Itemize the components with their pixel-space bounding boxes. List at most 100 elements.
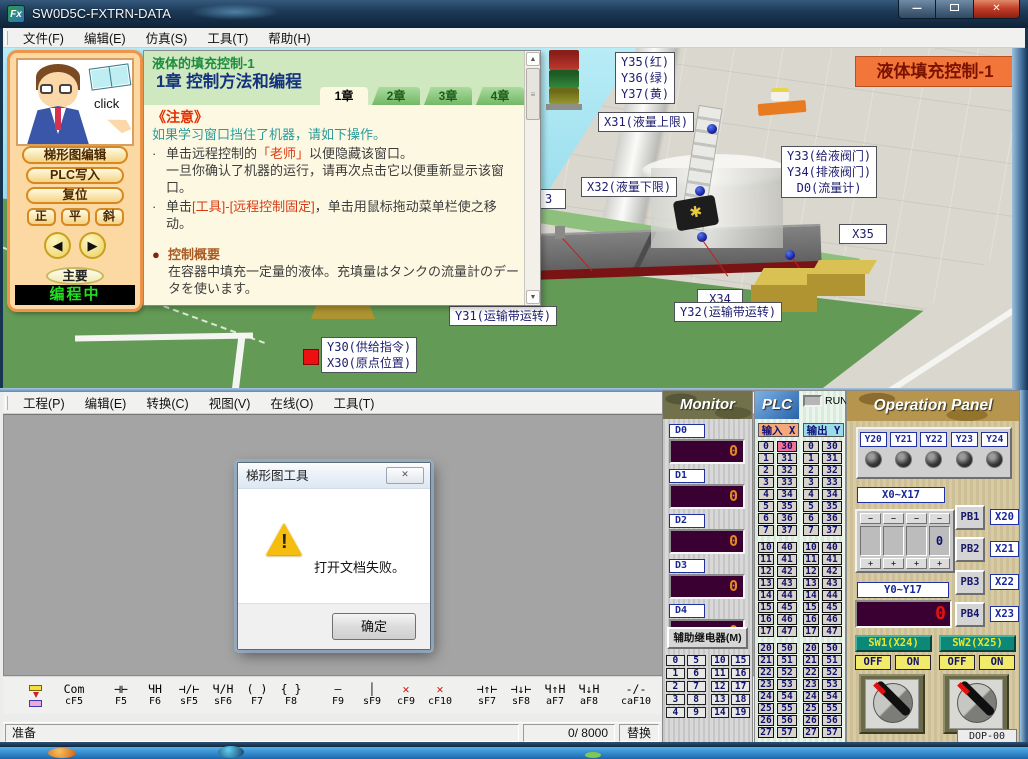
device-cell[interactable]: 46 bbox=[822, 614, 842, 625]
device-cell[interactable]: 5 bbox=[803, 501, 819, 512]
m-relay-cell[interactable]: 4 bbox=[666, 707, 685, 718]
m-relay-cell[interactable]: 5 bbox=[687, 655, 706, 666]
device-cell[interactable]: 24 bbox=[758, 691, 774, 702]
menu-item[interactable]: 仿真(S) bbox=[136, 26, 198, 49]
device-cell[interactable]: 52 bbox=[822, 667, 842, 678]
push-button[interactable]: PB4 bbox=[955, 602, 985, 627]
m-relay-cell[interactable]: 19 bbox=[731, 707, 750, 718]
prev-button[interactable]: ◀ bbox=[44, 232, 71, 259]
ladder-symbol-button[interactable]: ComcF5 bbox=[57, 680, 91, 712]
ladder-symbol-button[interactable]: ⊣/⊢sF5 bbox=[172, 680, 206, 712]
device-cell[interactable]: 7 bbox=[758, 525, 774, 536]
m-relay-cell[interactable]: 6 bbox=[687, 668, 706, 679]
device-cell[interactable]: 16 bbox=[803, 614, 819, 625]
device-cell[interactable]: 51 bbox=[822, 655, 842, 666]
simulation-view[interactable]: ✱ 液体填充控制-1 Y35(红)Y36(绿)Y37(黄) X31(液量上限) … bbox=[3, 48, 1012, 390]
menu-item[interactable]: 编辑(E) bbox=[75, 391, 137, 414]
device-cell[interactable]: 40 bbox=[777, 542, 797, 553]
device-cell[interactable]: 56 bbox=[777, 715, 797, 726]
digit-minus-button[interactable]: − bbox=[883, 513, 904, 524]
device-cell[interactable]: 57 bbox=[777, 727, 797, 738]
remote-button[interactable]: PLC写入 bbox=[26, 167, 124, 184]
maximize-button[interactable] bbox=[936, 0, 973, 19]
taskbar-icon[interactable] bbox=[48, 748, 76, 758]
device-cell[interactable]: 41 bbox=[822, 554, 842, 565]
device-cell[interactable]: 0 bbox=[758, 441, 774, 452]
push-button[interactable]: PB1 bbox=[955, 505, 985, 530]
device-cell[interactable]: 12 bbox=[803, 566, 819, 577]
digit-plus-button[interactable]: + bbox=[860, 558, 881, 569]
m-relay-cell[interactable]: 15 bbox=[731, 655, 750, 666]
device-cell[interactable]: 34 bbox=[777, 489, 797, 500]
menu-item[interactable]: 在线(O) bbox=[260, 391, 323, 414]
scroll-thumb[interactable]: ≡ bbox=[526, 68, 540, 120]
device-cell[interactable]: 31 bbox=[777, 453, 797, 464]
remote-button[interactable]: 梯形图编辑 bbox=[22, 146, 128, 164]
digit-plus-button[interactable]: + bbox=[929, 558, 950, 569]
toolbar-grip[interactable] bbox=[5, 396, 8, 410]
device-cell[interactable]: 43 bbox=[822, 578, 842, 589]
device-cell[interactable]: 55 bbox=[822, 703, 842, 714]
digit-minus-button[interactable]: − bbox=[906, 513, 927, 524]
toolbar-grip[interactable] bbox=[5, 31, 8, 45]
device-cell[interactable]: 1 bbox=[803, 453, 819, 464]
menu-item[interactable]: 帮助(H) bbox=[258, 26, 320, 49]
ladder-symbol-button[interactable]: ( )F7 bbox=[240, 680, 274, 712]
device-cell[interactable]: 50 bbox=[822, 643, 842, 654]
device-cell[interactable]: 11 bbox=[803, 554, 819, 565]
minimize-button[interactable]: — bbox=[898, 0, 936, 19]
chapter-tab[interactable]: 1章 bbox=[320, 87, 368, 105]
dialog-close-button[interactable]: ✕ bbox=[386, 467, 424, 484]
device-cell[interactable]: 13 bbox=[758, 578, 774, 589]
device-cell[interactable]: 0 bbox=[803, 441, 819, 452]
device-cell[interactable]: 27 bbox=[803, 727, 819, 738]
device-cell[interactable]: 56 bbox=[822, 715, 842, 726]
device-cell[interactable]: 14 bbox=[803, 590, 819, 601]
ladder-symbol-button[interactable]: ЧНF6 bbox=[138, 680, 172, 712]
device-cell[interactable]: 53 bbox=[777, 679, 797, 690]
ladder-symbol-button[interactable]: ✕cF10 bbox=[423, 680, 457, 712]
device-cell[interactable]: 32 bbox=[822, 465, 842, 476]
sw2-rotary-switch[interactable] bbox=[943, 674, 1009, 734]
device-cell[interactable]: 26 bbox=[803, 715, 819, 726]
chapter-tab[interactable]: 2章 bbox=[372, 87, 420, 105]
device-cell[interactable]: 32 bbox=[777, 465, 797, 476]
ladder-symbol-button[interactable]: │sF9 bbox=[355, 680, 389, 712]
device-cell[interactable]: 16 bbox=[758, 614, 774, 625]
main-button[interactable]: 主要 bbox=[46, 267, 104, 285]
device-cell[interactable]: 53 bbox=[822, 679, 842, 690]
menu-item[interactable]: 工具(T) bbox=[197, 26, 258, 49]
device-cell[interactable]: 27 bbox=[758, 727, 774, 738]
teacher-picture[interactable]: click bbox=[16, 58, 134, 146]
device-cell[interactable]: 57 bbox=[822, 727, 842, 738]
device-cell[interactable]: 4 bbox=[758, 489, 774, 500]
menu-item[interactable]: 转换(C) bbox=[136, 391, 198, 414]
m-relay-cell[interactable]: 1 bbox=[666, 668, 685, 679]
device-cell[interactable]: 10 bbox=[758, 542, 774, 553]
m-relay-cell[interactable]: 16 bbox=[731, 668, 750, 679]
digit-minus-button[interactable]: − bbox=[929, 513, 950, 524]
device-cell[interactable]: 15 bbox=[758, 602, 774, 613]
digit-minus-button[interactable]: − bbox=[860, 513, 881, 524]
ladder-symbol-button[interactable]: ✕cF9 bbox=[389, 680, 423, 712]
device-cell[interactable]: 12 bbox=[758, 566, 774, 577]
lesson-scrollbar[interactable]: ▲ ≡ ▼ bbox=[524, 51, 540, 305]
ladder-symbol-button[interactable]: Ч/НsF6 bbox=[206, 680, 240, 712]
device-cell[interactable]: 35 bbox=[822, 501, 842, 512]
ladder-symbol-button[interactable]: Ч↓НaF8 bbox=[572, 680, 606, 712]
m-relay-cell[interactable]: 14 bbox=[711, 707, 730, 718]
chapter-tab[interactable]: 3章 bbox=[424, 87, 472, 105]
chapter-tab[interactable]: 4章 bbox=[476, 87, 524, 105]
m-relay-cell[interactable]: 18 bbox=[731, 694, 750, 705]
device-cell[interactable]: 3 bbox=[758, 477, 774, 488]
menu-item[interactable]: 编辑(E) bbox=[74, 26, 136, 49]
device-cell[interactable]: 35 bbox=[777, 501, 797, 512]
device-cell[interactable]: 37 bbox=[777, 525, 797, 536]
title-bar[interactable]: Fx SW0D5C-FXTRN-DATA — ✕ bbox=[0, 0, 1028, 28]
device-cell[interactable]: 47 bbox=[822, 626, 842, 637]
device-cell[interactable]: 2 bbox=[758, 465, 774, 476]
device-cell[interactable]: 30 bbox=[822, 441, 842, 452]
device-cell[interactable]: 46 bbox=[777, 614, 797, 625]
device-cell[interactable]: 4 bbox=[803, 489, 819, 500]
device-cell[interactable]: 36 bbox=[822, 513, 842, 524]
